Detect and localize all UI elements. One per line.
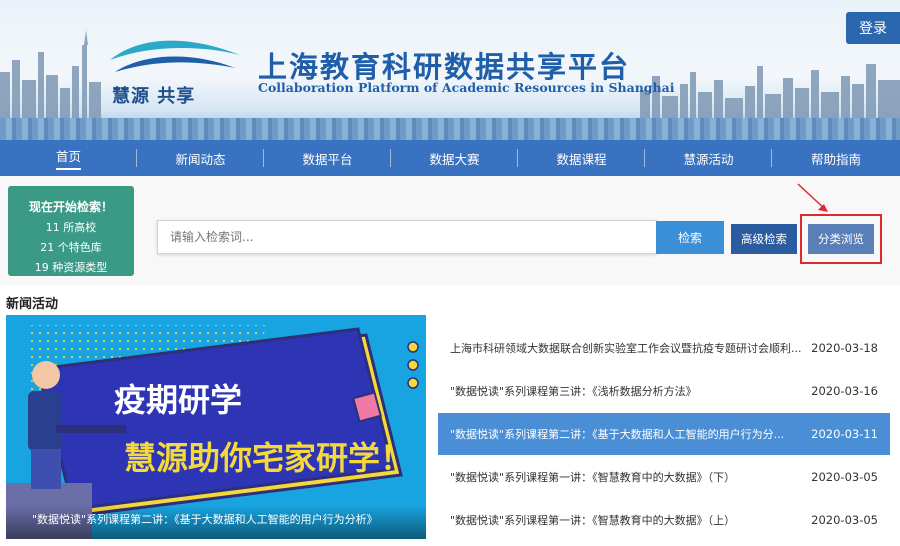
news-item-title: "数据悦读"系列课程第二讲：《基于大数据和人工智能的用户行为分... <box>450 428 785 441</box>
start-search-card: 现在开始检索！ 11 所高校 21 个特色库 19 种资源类型 <box>8 186 134 276</box>
news-item-date: 2020-03-05 <box>811 513 878 527</box>
search-box <box>157 220 657 254</box>
logo-text: 慧源 共享 <box>112 86 196 107</box>
news-item[interactable]: "数据悦读"系列课程第三讲：《浅析数据分析方法》 2020-03-16 <box>438 370 890 412</box>
news-item-title: "数据悦读"系列课程第一讲：《智慧教育中的大数据》（下） <box>450 471 736 484</box>
nav-item-help[interactable]: 帮助指南 <box>772 140 900 176</box>
nav-item-data-contest[interactable]: 数据大赛 <box>391 140 518 176</box>
annotation-arrow-icon <box>797 183 828 212</box>
feature-caption: "数据悦读"系列课程第二讲：《基于大数据和人工智能的用户行为分析》 <box>32 513 378 526</box>
news-item-title: 上海市科研领域大数据联合创新实验室工作会议暨抗疫专题研讨会顺利... <box>450 342 802 355</box>
start-card-universities: 11 所高校 <box>45 221 97 234</box>
login-button[interactable]: 登录 <box>846 12 900 44</box>
news-item-active[interactable]: "数据悦读"系列课程第二讲：《基于大数据和人工智能的用户行为分... 2020-… <box>438 413 890 455</box>
news-item-date: 2020-03-11 <box>811 427 878 441</box>
news-heading: 新闻活动 <box>6 297 59 312</box>
news-item-date: 2020-03-18 <box>811 341 878 355</box>
feature-headline-1: 疫期研学 <box>114 381 243 419</box>
nav-item-data-platform[interactable]: 数据平台 <box>264 140 391 176</box>
site-subtitle: Collaboration Platform of Academic Resou… <box>258 80 675 95</box>
header-banner: 慧源 共享 上海教育科研数据共享平台 Collaboration Platfor… <box>0 0 900 140</box>
news-item-date: 2020-03-16 <box>811 384 878 398</box>
news-item-title: "数据悦读"系列课程第三讲：《浅析数据分析方法》 <box>450 385 697 398</box>
start-card-libraries: 21 个特色库 <box>40 241 102 254</box>
news-item-title: "数据悦读"系列课程第一讲：《智慧教育中的大数据》（上） <box>450 514 736 527</box>
feature-headline-2: 慧源助你宅家研学！ <box>124 439 413 477</box>
news-list: 上海市科研领域大数据联合创新实验室工作会议暨抗疫专题研讨会顺利... 2020-… <box>438 327 890 542</box>
start-card-title: 现在开始检索！ <box>28 200 113 214</box>
news-item[interactable]: 上海市科研领域大数据联合创新实验室工作会议暨抗疫专题研讨会顺利... 2020-… <box>438 327 890 369</box>
water-strip <box>0 118 900 140</box>
nav-item-news[interactable]: 新闻动态 <box>137 140 264 176</box>
feature-banner[interactable]: 疫期研学 慧源助你宅家研学！ "数据悦读"系列课程第二讲：《基于大数据和人工智能… <box>6 315 426 539</box>
news-item[interactable]: "数据悦读"系列课程第一讲：《智慧教育中的大数据》（上） 2020-03-05 <box>438 499 890 541</box>
annotation-highlight-box <box>800 214 882 264</box>
start-card-resource-types: 19 种资源类型 <box>34 261 108 274</box>
advanced-search-button[interactable]: 高级检索 <box>731 224 797 254</box>
news-item-date: 2020-03-05 <box>811 470 878 484</box>
news-item[interactable]: "数据悦读"系列课程第一讲：《智慧教育中的大数据》（下） 2020-03-05 <box>438 456 890 498</box>
main-nav: 首页 新闻动态 数据平台 数据大赛 数据课程 慧源活动 帮助指南 <box>0 140 900 176</box>
nav-item-data-course[interactable]: 数据课程 <box>518 140 645 176</box>
nav-item-home[interactable]: 首页 <box>0 140 137 176</box>
nav-item-activities[interactable]: 慧源活动 <box>645 140 772 176</box>
search-input[interactable] <box>158 221 656 253</box>
search-button[interactable]: 检索 <box>656 221 724 254</box>
